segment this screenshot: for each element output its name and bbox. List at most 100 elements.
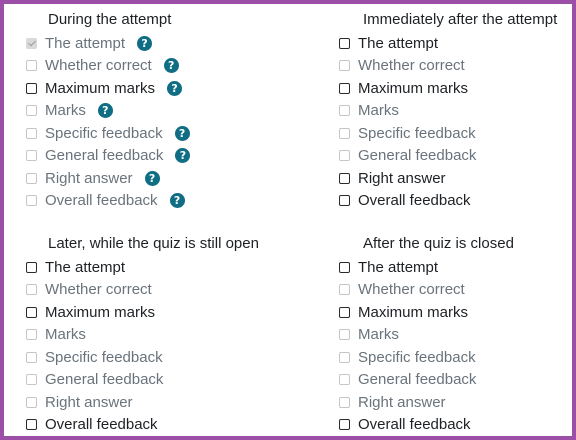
help-icon[interactable]: ? bbox=[174, 125, 190, 141]
option-label: Marks bbox=[358, 102, 399, 120]
option-label: General feedback bbox=[358, 371, 477, 389]
option-checkbox bbox=[26, 284, 37, 296]
option-row[interactable]: Maximum marks bbox=[339, 77, 576, 100]
option-checkbox[interactable] bbox=[339, 82, 350, 94]
option-row[interactable]: The attempt bbox=[339, 32, 576, 55]
option-checkbox bbox=[26, 172, 37, 184]
option-label: Specific feedback bbox=[358, 124, 476, 142]
option-label: Right answer bbox=[45, 169, 133, 187]
option-row[interactable]: Maximum marks? bbox=[26, 77, 286, 100]
option-label: General feedback bbox=[45, 371, 164, 389]
review-options-frame: During the attempt The attempt? Whether co… bbox=[0, 0, 576, 440]
section-heading: After the quiz is closed bbox=[363, 235, 514, 252]
option-row[interactable]: Maximum marks bbox=[26, 301, 286, 324]
option-label: General feedback bbox=[45, 147, 164, 165]
option-label: Whether correct bbox=[45, 57, 152, 75]
option-row: Marks? bbox=[26, 100, 286, 123]
option-label: The attempt bbox=[45, 258, 126, 276]
option-checkbox bbox=[339, 127, 350, 139]
help-icon[interactable]: ? bbox=[169, 193, 185, 209]
option-row: Whether correct bbox=[339, 279, 576, 302]
option-checkbox bbox=[26, 396, 37, 408]
option-row: The attempt? bbox=[26, 32, 286, 55]
section-heading: During the attempt bbox=[48, 11, 172, 28]
option-label: Overall feedback bbox=[45, 192, 158, 210]
option-row: Whether correct? bbox=[26, 55, 286, 78]
option-label: The attempt bbox=[358, 34, 439, 52]
option-checkbox bbox=[26, 127, 37, 139]
help-icon[interactable]: ? bbox=[167, 80, 183, 96]
option-label: Whether correct bbox=[358, 281, 465, 299]
option-checkbox[interactable] bbox=[339, 172, 350, 184]
option-row[interactable]: Maximum marks bbox=[339, 301, 576, 324]
option-label: Right answer bbox=[45, 393, 133, 411]
option-label: Marks bbox=[358, 326, 399, 344]
section-during-attempt: During the attempt The attempt? Whether co… bbox=[26, 10, 286, 212]
option-label: Specific feedback bbox=[45, 348, 163, 366]
option-label: Marks bbox=[45, 102, 86, 120]
option-checkbox bbox=[339, 374, 350, 386]
option-row: Right answer bbox=[339, 391, 576, 414]
option-row: Specific feedback bbox=[339, 346, 576, 369]
option-row: Specific feedback bbox=[26, 346, 286, 369]
option-row[interactable]: The attempt bbox=[26, 256, 286, 279]
option-checkbox bbox=[339, 284, 350, 296]
option-row[interactable]: Overall feedback bbox=[26, 414, 286, 437]
option-checkbox[interactable] bbox=[339, 419, 350, 431]
option-checkbox[interactable] bbox=[26, 306, 37, 318]
option-label: Right answer bbox=[358, 393, 446, 411]
section-immediately-after: Immediately after the attempt The attempt… bbox=[339, 10, 576, 212]
option-label: Maximum marks bbox=[45, 303, 156, 321]
option-checkbox[interactable] bbox=[339, 306, 350, 318]
option-label: Overall feedback bbox=[358, 416, 471, 434]
option-row: General feedback bbox=[26, 369, 286, 392]
option-checkbox bbox=[26, 37, 37, 49]
section-heading: Immediately after the attempt bbox=[363, 11, 558, 28]
option-label: Specific feedback bbox=[45, 124, 163, 142]
option-row: Right answer? bbox=[26, 167, 286, 190]
option-checkbox bbox=[26, 150, 37, 162]
option-label: Right answer bbox=[358, 169, 446, 187]
option-checkbox bbox=[26, 351, 37, 363]
help-icon[interactable]: ? bbox=[175, 148, 191, 164]
option-checkbox[interactable] bbox=[26, 419, 37, 431]
option-row[interactable]: Overall feedback bbox=[339, 190, 576, 213]
help-icon[interactable]: ? bbox=[144, 170, 160, 186]
option-row: Overall feedback? bbox=[26, 190, 286, 213]
option-row: General feedback bbox=[339, 369, 576, 392]
option-row: Whether correct bbox=[339, 55, 576, 78]
option-checkbox[interactable] bbox=[339, 195, 350, 207]
option-checkbox bbox=[339, 329, 350, 341]
option-label: Whether correct bbox=[358, 57, 465, 75]
option-label: Maximum marks bbox=[45, 79, 156, 97]
option-row: Specific feedback bbox=[339, 122, 576, 145]
option-row: General feedback bbox=[339, 145, 576, 168]
option-row[interactable]: Right answer bbox=[339, 167, 576, 190]
option-checkbox bbox=[339, 351, 350, 363]
option-row: General feedback? bbox=[26, 145, 286, 168]
option-checkbox[interactable] bbox=[339, 261, 350, 273]
option-checkbox[interactable] bbox=[26, 261, 37, 273]
option-checkbox[interactable] bbox=[339, 37, 350, 49]
option-label: Overall feedback bbox=[45, 416, 158, 434]
option-checkbox bbox=[339, 60, 350, 72]
option-checkbox bbox=[26, 374, 37, 386]
option-checkbox[interactable] bbox=[26, 82, 37, 94]
help-icon[interactable]: ? bbox=[97, 103, 113, 119]
option-row: Right answer bbox=[26, 391, 286, 414]
option-list: The attempt Whether correct Maximum marks M… bbox=[339, 32, 576, 212]
option-row: Marks bbox=[339, 324, 576, 347]
help-icon[interactable]: ? bbox=[163, 58, 179, 74]
section-later-while-open: Later, while the quiz is still open The a… bbox=[26, 234, 286, 436]
option-checkbox bbox=[26, 195, 37, 207]
option-label: Marks bbox=[45, 326, 86, 344]
option-label: Overall feedback bbox=[358, 192, 471, 210]
option-row[interactable]: Overall feedback bbox=[339, 414, 576, 437]
help-icon[interactable]: ? bbox=[137, 35, 153, 51]
option-label: Specific feedback bbox=[358, 348, 476, 366]
option-row[interactable]: The attempt bbox=[339, 256, 576, 279]
option-row: Whether correct bbox=[26, 279, 286, 302]
option-checkbox bbox=[26, 60, 37, 72]
option-label: Whether correct bbox=[45, 281, 152, 299]
option-label: The attempt bbox=[358, 258, 439, 276]
